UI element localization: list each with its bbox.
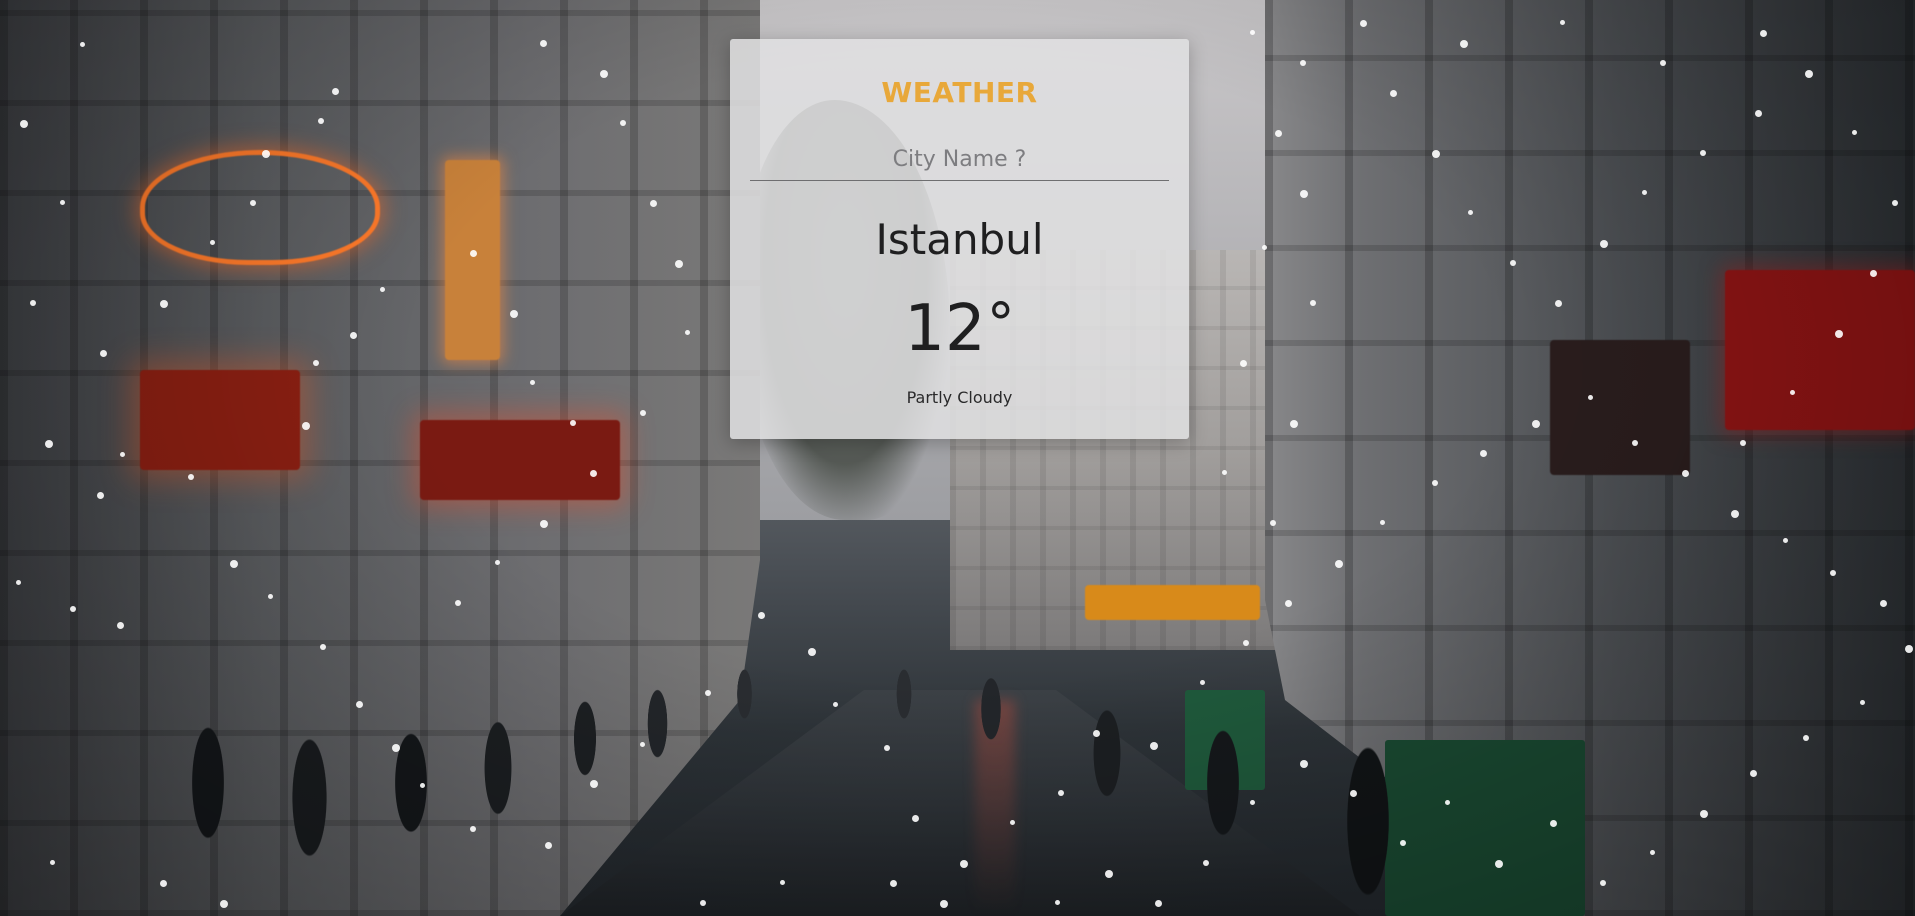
app-title: WEATHER	[881, 76, 1038, 109]
temperature-unit: °	[986, 292, 1015, 357]
weather-condition: Partly Cloudy	[906, 388, 1013, 407]
temperature-value: 12	[904, 292, 986, 366]
city-search-input[interactable]	[750, 139, 1169, 181]
temperature-display: 12°	[730, 297, 1189, 362]
city-name: Istanbul	[875, 215, 1044, 264]
weather-card: WEATHER Istanbul 12° Partly Cloudy	[730, 39, 1189, 439]
